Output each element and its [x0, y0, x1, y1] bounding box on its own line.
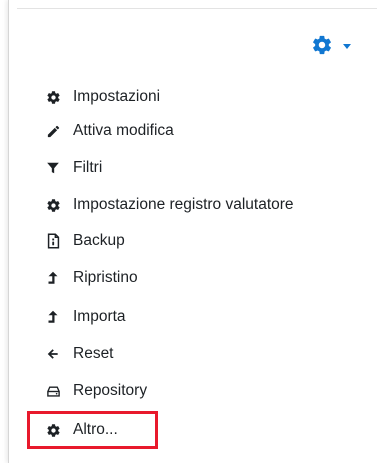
caret-down-icon — [343, 43, 351, 49]
menu-item-label: Ripristino — [73, 269, 138, 286]
gear-icon — [311, 34, 333, 56]
menu-item-altro[interactable]: Altro... — [45, 417, 118, 443]
gear-icon — [45, 197, 61, 213]
menu-item-impostazione-registro[interactable]: Impostazione registro valutatore — [45, 192, 294, 218]
upload-arrow-icon — [45, 270, 61, 286]
menu-item-ripristino[interactable]: Ripristino — [45, 265, 138, 291]
menu-item-label: Backup — [73, 232, 125, 249]
menu-item-reset[interactable]: Reset — [45, 341, 114, 367]
menu-item-attiva-modifica[interactable]: Attiva modifica — [45, 118, 174, 144]
menu-item-label: Reset — [73, 345, 114, 362]
arrow-left-icon — [45, 346, 61, 362]
header-divider — [17, 8, 377, 9]
menu-item-label: Impostazione registro valutatore — [73, 196, 294, 213]
menu-item-label: Filtri — [73, 159, 103, 176]
menu-item-label: Impostazioni — [73, 88, 161, 105]
gear-icon — [45, 422, 61, 438]
menu-item-impostazioni[interactable]: Impostazioni — [45, 84, 160, 110]
menu-item-label: Repository — [73, 382, 148, 399]
backup-file-icon — [45, 233, 61, 249]
page: Impostazioni Attiva modifica Filtri Impo… — [0, 0, 377, 463]
filter-icon — [45, 160, 61, 176]
upload-arrow-icon — [45, 309, 61, 325]
menu-item-label: Importa — [73, 308, 126, 325]
gear-icon — [45, 89, 61, 105]
pencil-icon — [45, 123, 61, 139]
settings-menu-toggle[interactable] — [311, 34, 351, 56]
course-admin-panel: Impostazioni Attiva modifica Filtri Impo… — [8, 0, 377, 463]
menu-item-label: Attiva modifica — [73, 122, 174, 139]
menu-item-filtri[interactable]: Filtri — [45, 155, 102, 181]
menu-item-label: Altro... — [73, 421, 118, 438]
menu-item-backup[interactable]: Backup — [45, 228, 125, 254]
hard-drive-icon — [45, 383, 61, 399]
menu-item-repository[interactable]: Repository — [45, 378, 147, 404]
menu-item-importa[interactable]: Importa — [45, 304, 126, 330]
